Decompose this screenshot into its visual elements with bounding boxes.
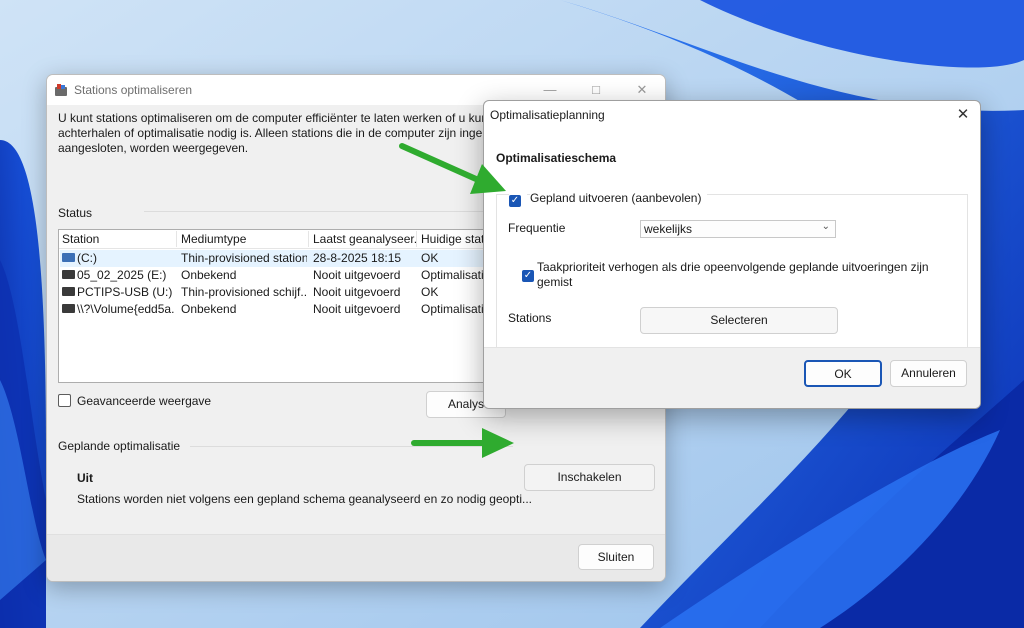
cancel-button[interactable]: Annuleren (890, 360, 967, 387)
checkmark-icon: ✓ (509, 195, 521, 207)
advanced-view-checkbox[interactable] (58, 394, 71, 408)
table-row[interactable]: (C:) Thin-provisioned station 28-8-2025 … (60, 250, 498, 267)
drive-icon (62, 270, 75, 280)
drive-list[interactable]: Station Mediumtype Laatst geanalyseer...… (58, 229, 500, 383)
defrag-app-icon (55, 84, 67, 96)
scheduled-optimization-label: Geplande optimalisatie (58, 439, 181, 453)
usb-drive-icon (62, 287, 75, 297)
optimization-schedule-dialog: Optimalisatieplanning ✕ Optimalisatiesch… (483, 100, 981, 409)
column-mediumtype[interactable]: Mediumtype (181, 232, 307, 246)
advanced-view-label: Geavanceerde weergave (77, 394, 212, 408)
table-row[interactable]: \\?\Volume{edd5a... Onbekend Nooit uitge… (60, 301, 498, 318)
table-row[interactable]: PCTIPS-USB (U:) Thin-provisioned schijf.… (60, 284, 498, 301)
volume-icon (62, 304, 75, 314)
status-label: Status (58, 206, 93, 220)
ok-button[interactable]: OK (804, 360, 882, 387)
select-stations-button[interactable]: Selecteren (640, 307, 838, 334)
dialog-title: Optimalisatieplanning (490, 108, 605, 122)
intro-text: U kunt stations optimaliseren om de comp… (58, 111, 496, 155)
scheduled-run-label: Gepland uitvoeren (aanbevolen) (530, 191, 708, 205)
chevron-down-icon: ⌄ (821, 221, 830, 232)
scheduled-divider (190, 446, 513, 447)
schedule-state: Uit (77, 471, 93, 485)
column-last-analyzed[interactable]: Laatst geanalyseer... (313, 232, 417, 246)
frequency-select[interactable]: wekelijks ⌄ (640, 220, 836, 238)
column-station[interactable]: Station (62, 232, 172, 246)
schema-heading: Optimalisatieschema (496, 151, 617, 165)
enable-button[interactable]: Inschakelen (524, 464, 655, 491)
window-title: Stations optimaliseren (74, 83, 193, 97)
priority-checkbox[interactable]: ✓ (522, 267, 534, 282)
list-header: Station Mediumtype Laatst geanalyseer...… (59, 230, 499, 249)
dialog-close-icon[interactable]: ✕ (946, 101, 980, 129)
close-button[interactable]: Sluiten (578, 544, 654, 570)
table-row[interactable]: 05_02_2025 (E:) Onbekend Nooit uitgevoer… (60, 267, 498, 284)
priority-label: Taakprioriteit verhogen als drie opeenvo… (537, 260, 929, 289)
stations-label: Stations (508, 311, 552, 325)
dialog-footer: OK Annuleren (484, 347, 980, 408)
frequency-label: Frequentie (508, 221, 566, 235)
checkmark-icon: ✓ (522, 270, 534, 282)
system-drive-icon (62, 253, 75, 263)
scheduled-run-checkbox[interactable]: ✓ (509, 192, 527, 207)
window-footer: Sluiten (47, 534, 665, 581)
status-divider (144, 211, 524, 212)
dialog-content: Optimalisatieschema ✓ Gepland uitvoeren … (484, 131, 980, 347)
schedule-description: Stations worden niet volgens een gepland… (77, 492, 532, 506)
